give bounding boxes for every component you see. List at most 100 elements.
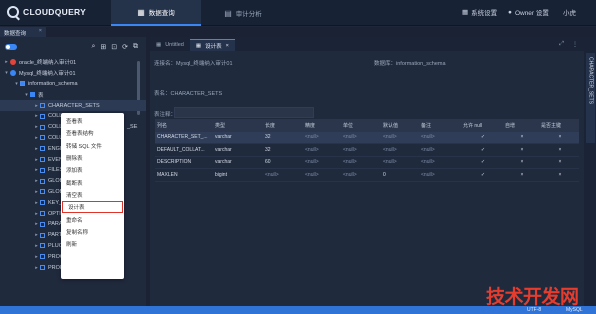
chevron-right-icon[interactable]: ▸ bbox=[33, 211, 40, 217]
checkbox[interactable]: × bbox=[503, 172, 539, 178]
checkbox[interactable]: ✓ bbox=[461, 172, 503, 178]
close-icon[interactable]: × bbox=[39, 28, 42, 34]
table-comment-input[interactable] bbox=[174, 107, 314, 118]
checkbox[interactable]: ✓ bbox=[461, 147, 503, 153]
menu-item-empty-table[interactable]: 清空表 bbox=[61, 189, 124, 201]
grid-cell[interactable]: varchar bbox=[213, 147, 263, 153]
grid-cell[interactable]: 0 bbox=[381, 172, 419, 178]
grid-cell[interactable]: <null> bbox=[419, 147, 461, 153]
system-settings-button[interactable]: ▦ 系统设置 bbox=[462, 7, 497, 17]
chevron-right-icon[interactable]: ▸ bbox=[33, 243, 40, 249]
chevron-right-icon[interactable]: ▸ bbox=[33, 103, 40, 109]
menu-item-rename[interactable]: 重命名 bbox=[61, 213, 124, 225]
owner-settings-button[interactable]: ● Owner 设置 bbox=[508, 7, 549, 18]
menu-item-view-structure[interactable]: 查看表结构 bbox=[61, 127, 124, 139]
tree-item-table[interactable]: ▸ CHARACTER_SETS bbox=[0, 100, 146, 111]
checkbox[interactable]: × bbox=[539, 172, 579, 178]
menu-item-view-table[interactable]: 查看表 bbox=[61, 115, 124, 127]
expand-icon[interactable]: ⊡ bbox=[111, 43, 117, 51]
grid-row[interactable]: CHARACTER_SET_... varchar 32 <null> <nul… bbox=[155, 131, 579, 144]
grid-cell[interactable]: <null> bbox=[419, 159, 461, 165]
chevron-right-icon[interactable]: ▸ bbox=[33, 221, 40, 227]
menu-item-add-table[interactable]: 添加表 bbox=[61, 164, 124, 176]
more-icon[interactable]: ⋮ bbox=[572, 41, 578, 48]
chevron-right-icon[interactable]: ▸ bbox=[33, 265, 40, 271]
grid-cell[interactable]: <null> bbox=[303, 147, 341, 153]
grid-cell[interactable]: 32 bbox=[263, 147, 303, 153]
checkbox[interactable]: × bbox=[503, 147, 539, 153]
checkbox[interactable]: × bbox=[539, 159, 579, 165]
grid-cell[interactable]: <null> bbox=[381, 159, 419, 165]
nav-audit-analysis[interactable]: ▤ 审计分析 bbox=[212, 0, 274, 26]
checkbox[interactable]: ✓ bbox=[461, 134, 503, 140]
tab-data-query[interactable]: 数据查询 × bbox=[0, 27, 46, 37]
sync-icon[interactable]: ⟳ bbox=[122, 43, 128, 51]
checkbox[interactable]: × bbox=[539, 134, 579, 140]
menu-item-refresh[interactable]: 刷新 bbox=[61, 238, 124, 250]
chevron-right-icon[interactable]: ▸ bbox=[33, 146, 40, 152]
grid-cell[interactable]: varchar bbox=[213, 159, 263, 165]
menu-item-dump-sql[interactable]: 转储 SQL 文件 bbox=[61, 140, 124, 152]
chevron-right-icon[interactable]: ▸ bbox=[33, 200, 40, 206]
menu-item-delete-table[interactable]: 删除表 bbox=[61, 152, 124, 164]
checkbox[interactable]: × bbox=[503, 159, 539, 165]
grid-cell[interactable]: <null> bbox=[341, 159, 381, 165]
chevron-right-icon[interactable]: ▸ bbox=[33, 135, 40, 141]
expand-icon[interactable]: ⤢ bbox=[559, 41, 564, 48]
grid-cell[interactable]: varchar bbox=[213, 134, 263, 140]
menu-item-copy-name[interactable]: 复制名称 bbox=[61, 226, 124, 238]
menu-item-truncate-table[interactable]: 截断表 bbox=[61, 176, 124, 188]
grid-cell[interactable]: DESCRIPTION bbox=[155, 159, 213, 165]
grid-cell[interactable]: <null> bbox=[419, 172, 461, 178]
copy-icon[interactable]: ⧉ bbox=[133, 43, 138, 51]
grid-row[interactable]: DEFAULT_COLLAT... varchar 32 <null> <nul… bbox=[155, 144, 579, 157]
grid-cell[interactable]: 32 bbox=[263, 134, 303, 140]
chevron-right-icon[interactable]: ▸ bbox=[33, 124, 40, 130]
checkbox[interactable]: ✓ bbox=[461, 159, 503, 165]
tree-item-mysql[interactable]: ▾ Mysql_终端纳入审计01 bbox=[0, 68, 146, 79]
chevron-down-icon[interactable]: ▾ bbox=[23, 92, 30, 98]
checkbox[interactable]: × bbox=[503, 134, 539, 140]
chevron-right-icon[interactable]: ▸ bbox=[33, 189, 40, 195]
checkbox[interactable]: × bbox=[539, 147, 579, 153]
close-icon[interactable]: × bbox=[226, 43, 229, 49]
grid-cell[interactable]: 60 bbox=[263, 159, 303, 165]
grid-cell[interactable]: <null> bbox=[303, 159, 341, 165]
toggle-switch[interactable] bbox=[5, 44, 17, 50]
user-menu[interactable]: 小虎 bbox=[563, 7, 576, 17]
chevron-down-icon[interactable]: ▾ bbox=[3, 70, 10, 76]
chevron-right-icon[interactable]: ▸ bbox=[3, 59, 10, 65]
grid-cell[interactable]: <null> bbox=[341, 172, 381, 178]
grid-cell[interactable]: <null> bbox=[341, 147, 381, 153]
grid-cell[interactable]: <null> bbox=[303, 134, 341, 140]
grid-cell[interactable]: <null> bbox=[381, 134, 419, 140]
search-icon[interactable]: ⌕ bbox=[91, 43, 95, 51]
tab-untitled[interactable]: ▦ Untitled bbox=[150, 39, 190, 51]
nav-data-query[interactable]: ▦ 数据查询 bbox=[111, 0, 201, 26]
chevron-right-icon[interactable]: ▸ bbox=[33, 167, 40, 173]
grid-cell[interactable]: CHARACTER_SET_... bbox=[155, 134, 213, 140]
chevron-right-icon[interactable]: ▸ bbox=[33, 178, 40, 184]
add-folder-icon[interactable]: ⊞ bbox=[100, 43, 106, 51]
grid-cell[interactable]: <null> bbox=[341, 134, 381, 140]
grid-cell[interactable]: <null> bbox=[303, 172, 341, 178]
tree-item-oracle[interactable]: ▸ oracle_终端纳入审计01 bbox=[0, 57, 146, 68]
grid-row[interactable]: MAXLEN bigint <null> <null> <null> 0 <nu… bbox=[155, 169, 579, 182]
chevron-right-icon[interactable]: ▸ bbox=[33, 232, 40, 238]
tree-item-tables-folder[interactable]: ▾ 表 bbox=[0, 89, 146, 100]
grid-cell[interactable]: DEFAULT_COLLAT... bbox=[155, 147, 213, 153]
grid-cell[interactable]: MAXLEN bbox=[155, 172, 213, 178]
tree-item-schema[interactable]: ▾ information_schema bbox=[0, 79, 146, 90]
chevron-right-icon[interactable]: ▸ bbox=[33, 254, 40, 260]
menu-item-design-table[interactable]: 设计表 bbox=[62, 201, 123, 214]
chevron-right-icon[interactable]: ▸ bbox=[33, 113, 40, 119]
side-tab-table[interactable]: CHARACTER_SETS bbox=[586, 53, 595, 143]
grid-cell[interactable]: bigint bbox=[213, 172, 263, 178]
tab-design-table[interactable]: ▦ 设计表 × bbox=[189, 39, 235, 51]
chevron-right-icon[interactable]: ▸ bbox=[33, 157, 40, 163]
grid-cell[interactable]: <null> bbox=[419, 134, 461, 140]
chevron-down-icon[interactable]: ▾ bbox=[13, 81, 20, 87]
grid-cell[interactable]: <null> bbox=[263, 172, 303, 178]
grid-row[interactable]: DESCRIPTION varchar 60 <null> <null> <nu… bbox=[155, 157, 579, 169]
grid-cell[interactable]: <null> bbox=[381, 147, 419, 153]
